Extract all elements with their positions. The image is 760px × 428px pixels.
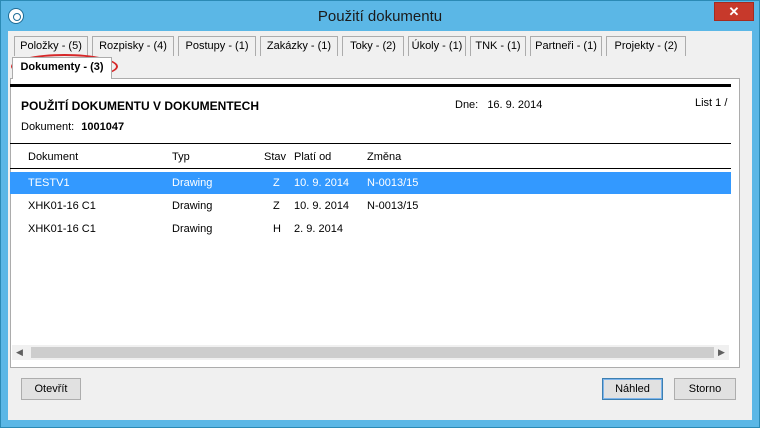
tab-tnk[interactable]: TNK - (1) bbox=[470, 36, 526, 56]
cell-typ: Drawing bbox=[172, 177, 213, 189]
column-header-plati-od: Platí od bbox=[294, 151, 332, 163]
cell-dokument: XHK01-16 C1 bbox=[28, 223, 96, 235]
tab-polozky[interactable]: Položky - (5) bbox=[14, 36, 88, 56]
tab-toky[interactable]: Toky - (2) bbox=[342, 36, 404, 56]
cancel-button[interactable]: Storno bbox=[674, 378, 736, 400]
tab-zakazky[interactable]: Zakázky - (1) bbox=[260, 36, 338, 56]
scroll-right-icon[interactable]: ▶ bbox=[714, 345, 729, 360]
table-row[interactable]: TESTV1 Drawing Z 10. 9. 2014 N-0013/15 bbox=[10, 172, 731, 194]
preview-button[interactable]: Náhled bbox=[602, 378, 663, 400]
report-date: Dne: 16. 9. 2014 bbox=[455, 99, 542, 111]
column-header-stav: Stav bbox=[264, 151, 287, 163]
document-label: Dokument: bbox=[21, 121, 75, 133]
scrollbar-thumb[interactable] bbox=[31, 347, 714, 358]
cell-stav: H bbox=[273, 223, 281, 235]
cell-stav: Z bbox=[273, 177, 280, 189]
cell-plati-od: 10. 9. 2014 bbox=[294, 177, 350, 189]
tab-postupy[interactable]: Postupy - (1) bbox=[178, 36, 256, 56]
cell-typ: Drawing bbox=[172, 223, 213, 235]
cell-zmena: N-0013/15 bbox=[367, 200, 419, 212]
cell-plati-od: 10. 9. 2014 bbox=[294, 200, 350, 212]
header-top-rule bbox=[10, 143, 731, 144]
table-row[interactable]: XHK01-16 C1 Drawing H 2. 9. 2014 bbox=[10, 218, 731, 240]
close-button[interactable]: ✕ bbox=[714, 2, 754, 21]
dialog-window: Použití dokumentu ✕ Položky - (5) Rozpis… bbox=[0, 0, 760, 428]
document-value: 1001047 bbox=[81, 121, 125, 133]
tab-dokumenty[interactable]: Dokumenty - (3) bbox=[12, 57, 112, 79]
cell-typ: Drawing bbox=[172, 200, 213, 212]
tab-projekty[interactable]: Projekty - (2) bbox=[606, 36, 686, 56]
column-header-dokument: Dokument bbox=[28, 151, 79, 163]
report-top-border bbox=[10, 84, 731, 87]
tab-partneri[interactable]: Partneři - (1) bbox=[530, 36, 602, 56]
column-header-typ: Typ bbox=[172, 151, 190, 163]
header-bottom-rule bbox=[10, 168, 731, 169]
cell-stav: Z bbox=[273, 200, 280, 212]
scroll-left-icon[interactable]: ◀ bbox=[12, 345, 27, 360]
column-header-zmena: Změna bbox=[367, 151, 402, 163]
cell-plati-od: 2. 9. 2014 bbox=[294, 223, 343, 235]
page-label: List 1 / bbox=[695, 97, 728, 109]
date-label: Dne: bbox=[455, 99, 479, 111]
tab-ukoly[interactable]: Úkoly - (1) bbox=[408, 36, 466, 56]
date-value: 16. 9. 2014 bbox=[487, 99, 543, 111]
title-bar: Použití dokumentu ✕ bbox=[1, 1, 759, 31]
report-title: POUŽITÍ DOKUMENTU V DOKUMENTECH bbox=[21, 99, 259, 113]
window-title: Použití dokumentu bbox=[317, 8, 443, 25]
document-line: Dokument: 1001047 bbox=[21, 121, 124, 133]
cell-dokument: XHK01-16 C1 bbox=[28, 200, 96, 212]
tab-rozpisky[interactable]: Rozpisky - (4) bbox=[92, 36, 174, 56]
open-button[interactable]: Otevřít bbox=[21, 378, 81, 400]
horizontal-scrollbar[interactable]: ◀ ▶ bbox=[12, 345, 729, 360]
table-row[interactable]: XHK01-16 C1 Drawing Z 10. 9. 2014 N-0013… bbox=[10, 195, 731, 217]
cell-dokument: TESTV1 bbox=[28, 177, 70, 189]
cell-zmena: N-0013/15 bbox=[367, 177, 419, 189]
